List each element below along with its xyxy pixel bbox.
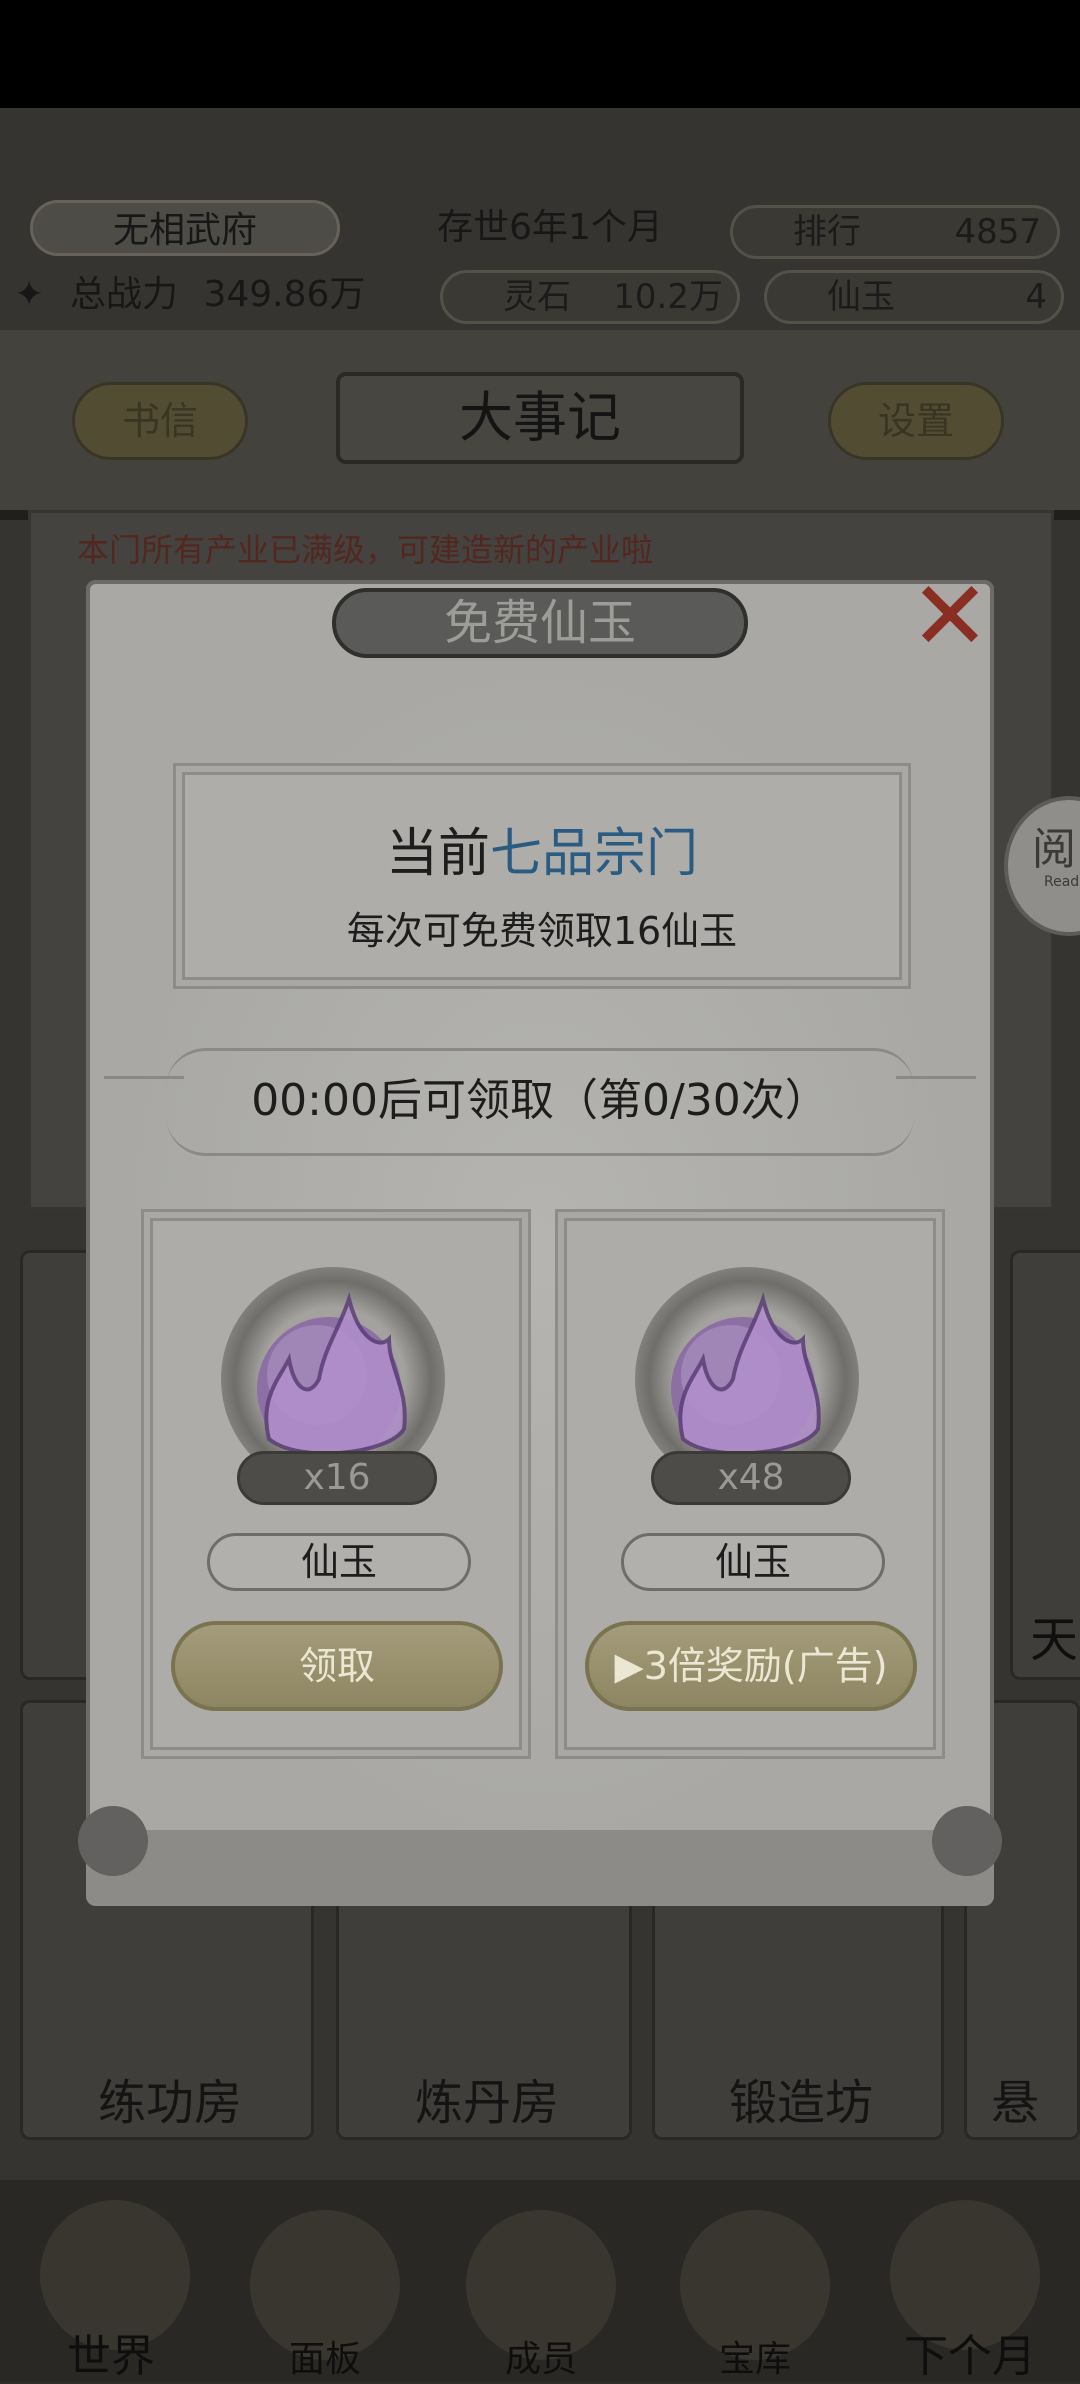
reward-name: 仙玉 xyxy=(621,1533,885,1591)
reward-count: x48 xyxy=(651,1451,851,1505)
read-badge-sub: Read xyxy=(1044,874,1080,890)
sect-rank-line: 当前七品宗门 xyxy=(185,811,899,886)
free-claim-amount: 每次可免费领取16仙玉 xyxy=(346,909,738,953)
reward-name: 仙玉 xyxy=(207,1533,471,1591)
scroll-curl xyxy=(78,1806,148,1876)
reward-card-normal: x16 仙玉 领取 xyxy=(150,1218,522,1750)
jade-icon xyxy=(257,1291,407,1461)
sect-info-box: 当前七品宗门 每次可免费领取16仙玉 xyxy=(182,772,902,980)
scroll-edge xyxy=(86,1830,994,1906)
claim-timer: 00:00后可领取（第0/30次） xyxy=(166,1048,914,1156)
dialog-title: 免费仙玉 xyxy=(332,588,748,658)
sect-rank-value: 七品宗门 xyxy=(490,824,699,884)
sect-rank-prefix: 当前 xyxy=(385,824,490,884)
jade-icon xyxy=(671,1291,821,1461)
reward-count: x16 xyxy=(237,1451,437,1505)
free-jade-dialog: 免费仙玉 ✕ 当前七品宗门 每次可免费领取16仙玉 00:00后可领取（第0/3… xyxy=(78,568,1002,1906)
read-badge-label: 阅 xyxy=(1032,824,1076,875)
reward-card-ad: x48 仙玉 ▶3倍奖励(广告) xyxy=(564,1218,936,1750)
triple-reward-ad-button[interactable]: ▶3倍奖励(广告) xyxy=(585,1621,917,1711)
scroll-curl xyxy=(932,1806,1002,1876)
claim-button[interactable]: 领取 xyxy=(171,1621,503,1711)
close-icon[interactable]: ✕ xyxy=(902,568,998,664)
